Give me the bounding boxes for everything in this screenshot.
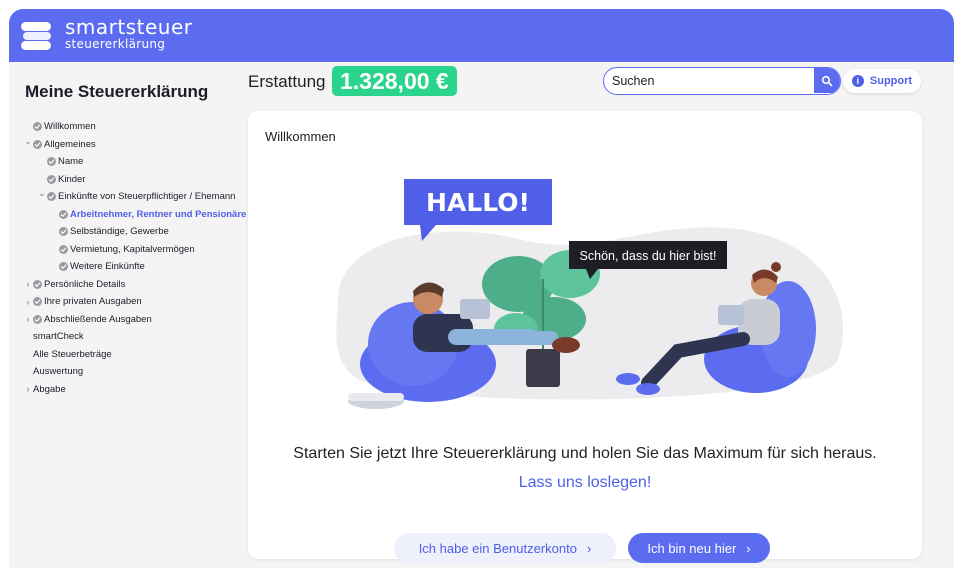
sidebar-item[interactable]: Kinder bbox=[9, 171, 247, 189]
sidebar-item[interactable]: ⌄ Einkünfte von Steuerpflichtiger / Ehema… bbox=[9, 188, 247, 206]
check-circle-icon bbox=[33, 122, 42, 132]
check-circle-icon bbox=[33, 139, 42, 149]
chevron-right-icon[interactable]: › bbox=[23, 279, 33, 289]
chevron-down-icon[interactable]: ⌄ bbox=[23, 136, 33, 147]
new-user-button[interactable]: Ich bin neu hier › bbox=[628, 533, 770, 563]
search-input[interactable] bbox=[604, 68, 810, 93]
chevron-right-icon: › bbox=[586, 540, 592, 556]
sidebar-item-label: Selbständige, Gewerbe bbox=[70, 226, 169, 238]
existing-account-label: Ich habe ein Benutzerkonto bbox=[418, 540, 577, 556]
sidebar: Meine Steuererklärung Willkommen ⌄ Allgeme… bbox=[9, 62, 247, 568]
sidebar-item[interactable]: Vermietung, Kapitalvermögen bbox=[9, 241, 247, 259]
chevron-down-icon[interactable]: ⌄ bbox=[37, 188, 47, 199]
sidebar-item-label: Name bbox=[58, 156, 84, 168]
sidebar-item[interactable]: › Ihre privaten Ausgaben bbox=[9, 293, 247, 311]
search-button[interactable] bbox=[814, 68, 840, 93]
sidebar-item[interactable]: › Abgabe bbox=[9, 381, 247, 399]
sidebar-item-label: Kinder bbox=[58, 173, 86, 185]
hallo-text: HALLO! bbox=[426, 188, 530, 217]
refund-label: Erstattung bbox=[248, 72, 326, 91]
welcome-bubble-text: Schön, dass du hier bist! bbox=[580, 249, 717, 263]
welcome-illustration: HALLO! Schön, dass du hier bist! bbox=[336, 179, 844, 409]
sidebar-item[interactable]: ⌄ Allgemeines bbox=[9, 136, 247, 154]
sidebar-item-label: Weitere Einkünfte bbox=[70, 261, 145, 273]
sidebar-item-label: Willkommen bbox=[44, 121, 96, 133]
check-circle-icon bbox=[47, 192, 56, 202]
info-icon: i bbox=[851, 75, 864, 87]
refund-amount-badge: 1.328,00 € bbox=[332, 66, 457, 96]
support-label: Support bbox=[869, 75, 913, 87]
check-circle-icon bbox=[59, 244, 68, 254]
sidebar-item-label: Einkünfte von Steuerpflichtiger / Eheman… bbox=[58, 191, 236, 203]
logo-icon[interactable] bbox=[21, 21, 53, 51]
sidebar-item-label: Allgemeines bbox=[44, 138, 96, 150]
sidebar-item-label: Auswertung bbox=[33, 366, 84, 378]
check-circle-icon bbox=[33, 279, 42, 289]
search-box bbox=[603, 67, 841, 95]
robot-vacuum-illustration bbox=[348, 393, 404, 409]
check-circle-icon bbox=[47, 174, 56, 184]
hallo-speech-bubble: HALLO! bbox=[404, 179, 552, 241]
support-button[interactable]: i Support bbox=[843, 69, 921, 93]
top-bar: smartsteuer steuererklärung bbox=[9, 9, 954, 62]
sidebar-item-label: Abgabe bbox=[33, 383, 66, 395]
welcome-headline: Starten Sie jetzt Ihre Steuererklärung u… bbox=[293, 445, 877, 462]
check-circle-icon bbox=[59, 227, 68, 237]
sidebar-item[interactable]: Selbständige, Gewerbe bbox=[9, 223, 247, 241]
logo-wordmark[interactable]: smartsteuer steuererklärung bbox=[65, 17, 193, 50]
chevron-right-icon[interactable]: › bbox=[23, 314, 33, 324]
sidebar-item[interactable]: Alle Steuerbeträge bbox=[9, 346, 247, 364]
existing-account-button[interactable]: Ich habe ein Benutzerkonto › bbox=[394, 533, 616, 563]
check-circle-icon bbox=[47, 157, 56, 167]
sidebar-item-label: smartCheck bbox=[33, 331, 84, 343]
check-circle-icon bbox=[33, 297, 42, 307]
logo-line1: smartsteuer bbox=[65, 15, 193, 39]
check-circle-icon bbox=[59, 262, 68, 272]
sidebar-item-label: Arbeitnehmer, Rentner und Pensionäre bbox=[70, 208, 247, 220]
sidebar-item-label: Vermietung, Kapitalvermögen bbox=[70, 243, 195, 255]
sidebar-nav: Willkommen ⌄ Allgemeines Name Kinder ⌄ Einkünf… bbox=[9, 118, 247, 398]
logo-line2: steuererklärung bbox=[65, 37, 166, 51]
chevron-right-icon[interactable]: › bbox=[23, 384, 33, 394]
sidebar-item-label: Ihre privaten Ausgaben bbox=[44, 296, 142, 308]
sidebar-item[interactable]: smartCheck bbox=[9, 328, 247, 346]
sidebar-item-label: Alle Steuerbeträge bbox=[33, 348, 112, 360]
sidebar-title: Meine Steuererklärung bbox=[25, 82, 209, 101]
sidebar-item[interactable]: › Abschließende Ausgaben bbox=[9, 311, 247, 329]
sidebar-item[interactable]: › Persönliche Details bbox=[9, 276, 247, 294]
sidebar-item[interactable]: Weitere Einkünfte bbox=[9, 258, 247, 276]
sidebar-item[interactable]: Willkommen bbox=[9, 118, 247, 136]
chevron-right-icon[interactable]: › bbox=[23, 297, 33, 307]
search-icon bbox=[821, 75, 833, 86]
chevron-right-icon: › bbox=[746, 540, 751, 556]
start-link[interactable]: Lass uns loslegen! bbox=[248, 474, 922, 492]
sidebar-item-label: Persönliche Details bbox=[44, 278, 126, 290]
card-title: Willkommen bbox=[265, 129, 336, 144]
welcome-card: Willkommen HALLO! Schön, dass du hier bi… bbox=[248, 111, 922, 563]
sidebar-item[interactable]: Arbeitnehmer, Rentner und Pensionäre bbox=[9, 206, 247, 224]
new-user-label: Ich bin neu hier bbox=[647, 540, 737, 556]
check-circle-icon bbox=[59, 209, 68, 219]
check-circle-icon bbox=[33, 314, 42, 324]
sidebar-item-label: Abschließende Ausgaben bbox=[44, 313, 152, 325]
sidebar-item[interactable]: Name bbox=[9, 153, 247, 171]
sidebar-item[interactable]: Auswertung bbox=[9, 363, 247, 381]
